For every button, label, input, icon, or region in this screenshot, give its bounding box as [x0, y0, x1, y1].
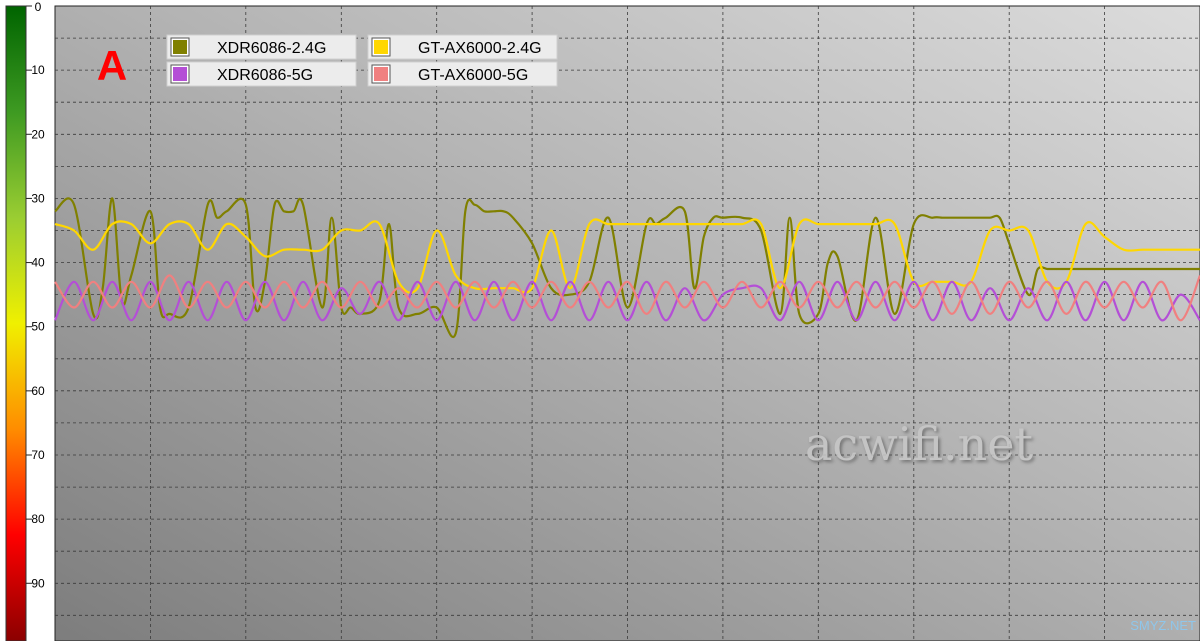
- legend-swatch: [374, 67, 388, 81]
- legend-item: XDR6086-5G: [166, 61, 357, 87]
- corner-watermark: SMYZ.NET: [1130, 618, 1196, 633]
- y-tick-label: 50: [31, 320, 45, 334]
- legend-item: GT-AX6000-5G: [367, 61, 558, 87]
- y-tick-label: 20: [31, 127, 45, 141]
- legend-swatch: [173, 40, 187, 54]
- signal-strength-chart: 0 10 20 30 40 50 60 70 80 90 acwifi.net A XDR6086…: [0, 0, 1200, 641]
- legend-item: GT-AX6000-2.4G: [367, 34, 558, 60]
- color-scale-bar: [5, 5, 27, 641]
- y-tick-label: 40: [31, 256, 45, 270]
- legend-swatch: [374, 40, 388, 54]
- y-tick-label: 90: [31, 576, 45, 590]
- y-tick-label: 30: [31, 191, 45, 205]
- y-tick-label: 0: [35, 0, 42, 14]
- watermark-text: acwifi.net: [805, 417, 1033, 471]
- y-tick-label: 10: [31, 63, 45, 77]
- legend-swatch: [173, 67, 187, 81]
- chart-stage: 0 10 20 30 40 50 60 70 80 90 acwifi.net A XDR6086…: [0, 0, 1200, 641]
- y-tick-label: 60: [31, 384, 45, 398]
- panel-label: A: [97, 42, 127, 89]
- plot-area: [54, 5, 1200, 641]
- legend-label: XDR6086-2.4G: [217, 40, 326, 57]
- legend-label: XDR6086-5G: [217, 67, 313, 84]
- y-tick-label: 80: [31, 512, 45, 526]
- legend-label: GT-AX6000-5G: [418, 67, 528, 84]
- legend-item: XDR6086-2.4G: [166, 34, 357, 60]
- legend-label: GT-AX6000-2.4G: [418, 40, 542, 57]
- y-tick-label: 70: [31, 448, 45, 462]
